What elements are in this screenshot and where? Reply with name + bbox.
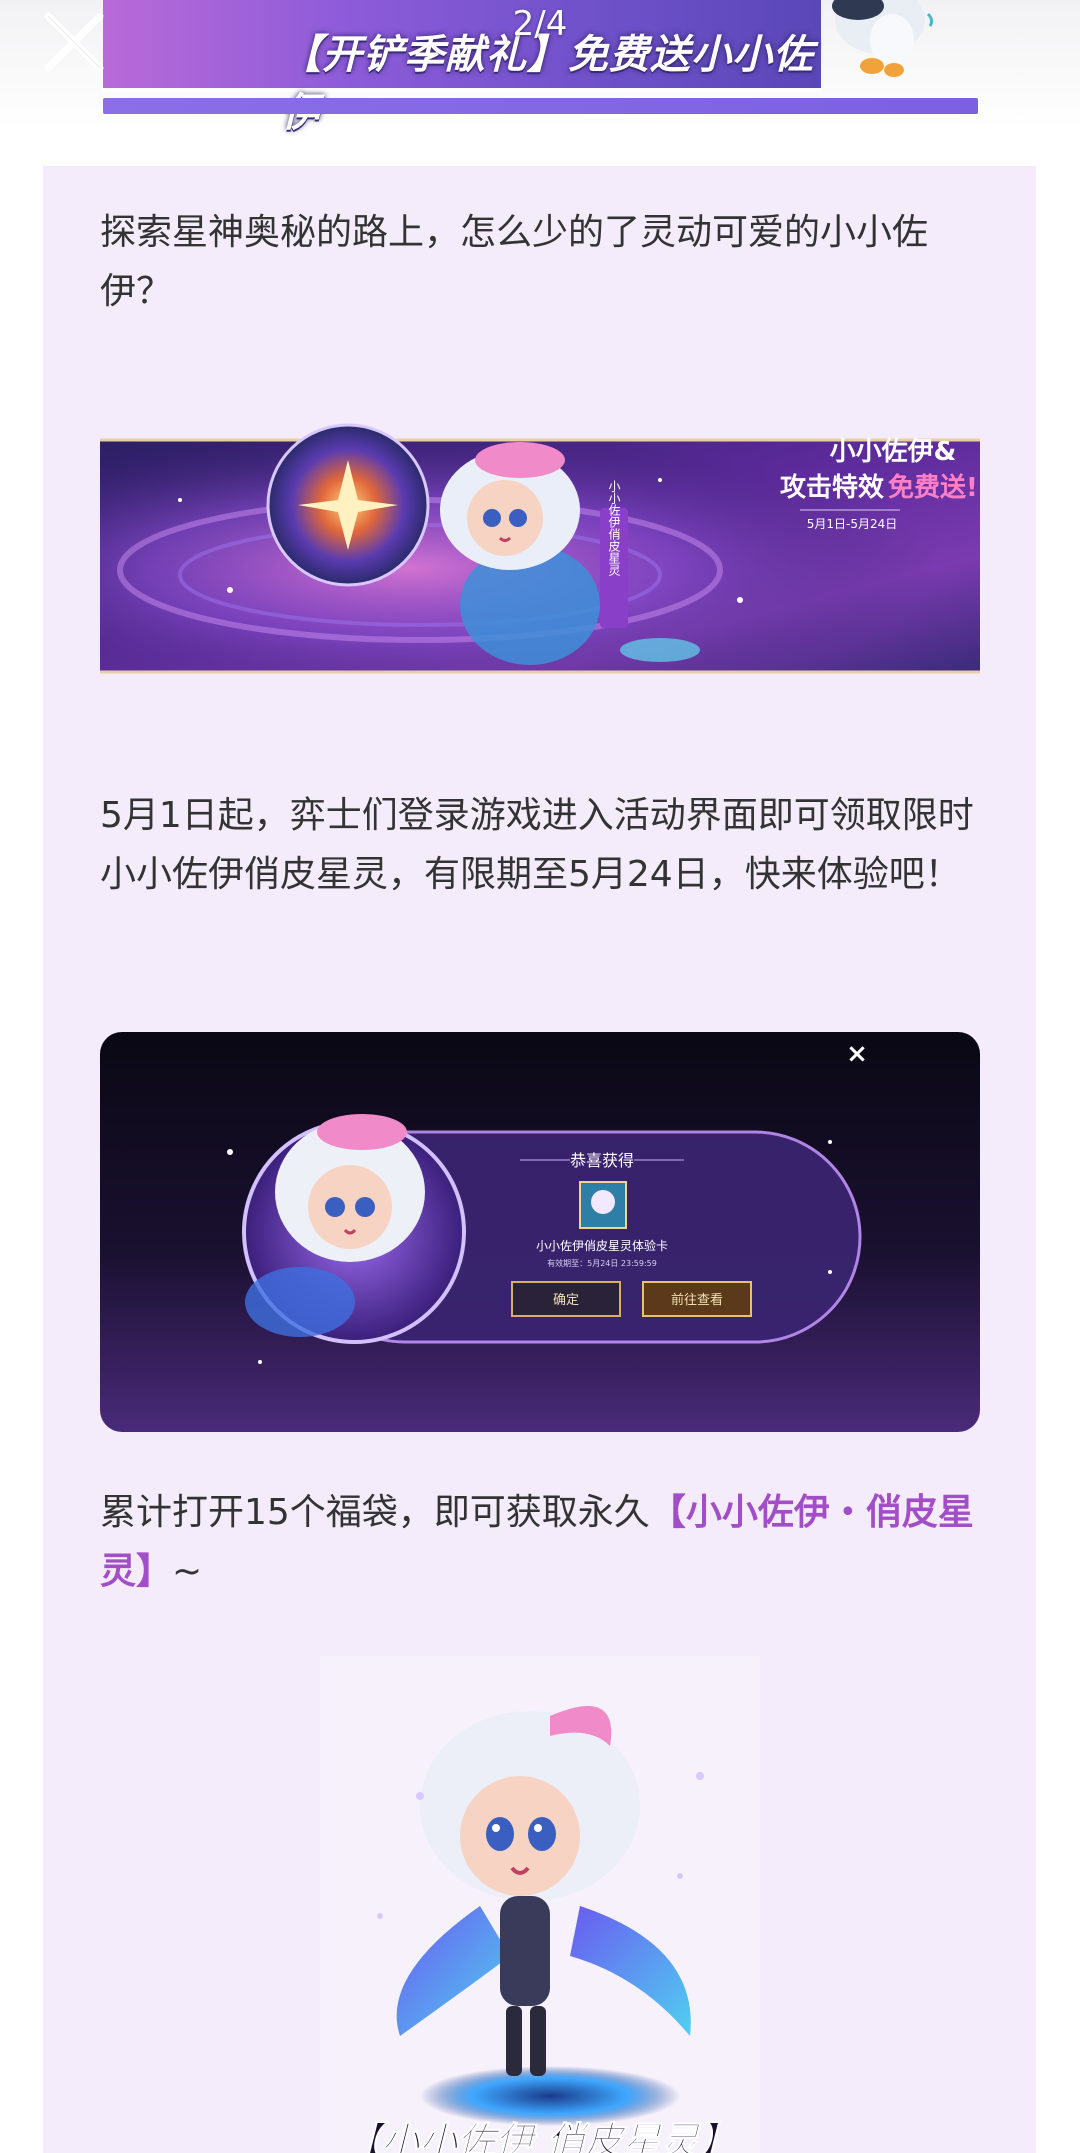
- header-underline: [103, 98, 978, 114]
- banner-headline-line2-prefix: 攻击特效: [780, 472, 884, 503]
- article-content: 探索星神奥秘的路上，怎么少的了灵动可爱的小小佐伊？ 小小佐伊俏皮星灵 小小佐伊&…: [43, 166, 1036, 2153]
- chibi-caption: 【小小佐伊 俏皮星灵】: [343, 2119, 736, 2153]
- paragraph-reward-prefix: 累计打开15个福袋，即可获取永久: [100, 1492, 650, 1533]
- popup-close-glyph: ×: [846, 1039, 868, 1069]
- zoe-chibi-artwork-image: 【小小佐伊 俏皮星灵】: [320, 1656, 760, 2153]
- popup-item-name: 小小佐伊俏皮星灵体验卡: [536, 1238, 668, 1253]
- page-counter: 2/4: [512, 4, 568, 44]
- banner-date-range: 5月1日-5月24日: [807, 517, 898, 531]
- paragraph-reward-suffix: ~: [172, 1551, 203, 1592]
- popup-validity: 有效期至：5月24日 23:59:59: [547, 1258, 657, 1268]
- top-header: 【开铲季献礼】免费送小小佐伊 2/4: [0, 0, 1080, 136]
- reward-popup-image: × 恭喜获得 小小佐伊俏皮星灵体验卡 有效期至：5月24日 23:59:59 确…: [100, 1032, 980, 1432]
- popup-confirm-label: 确定: [553, 1293, 579, 1308]
- banner-headline-line1: 小小佐伊&: [830, 437, 957, 467]
- popup-congrats-title: 恭喜获得: [570, 1151, 634, 1170]
- paragraph-reward: 累计打开15个福袋，即可获取永久【小小佐伊・俏皮星灵】~: [100, 1483, 990, 1601]
- popup-view-label: 前往查看: [671, 1292, 723, 1308]
- paragraph-event-info: 5月1日起，弈士们登录游戏进入活动界面即可领取限时小小佐伊俏皮星灵，有限期至5月…: [100, 795, 974, 895]
- paragraph-intro: 探索星神奥秘的路上，怎么少的了灵动可爱的小小佐伊？: [100, 212, 929, 312]
- banner-vertical-tag: 小小佐伊俏皮星灵: [607, 480, 621, 577]
- zoe-promo-banner-image: 小小佐伊俏皮星灵 小小佐伊& 攻击特效 免费送! 5月1日-5月24日: [100, 400, 980, 704]
- banner-headline-line2-highlight: 免费送!: [888, 472, 978, 503]
